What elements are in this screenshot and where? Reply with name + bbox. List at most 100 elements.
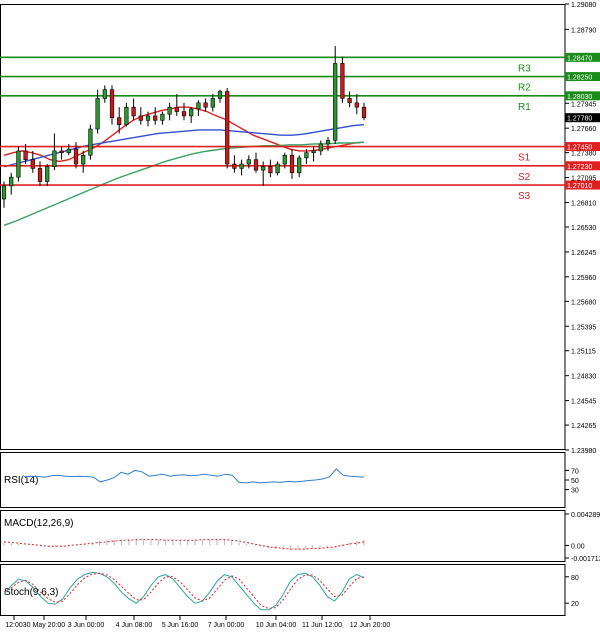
candle-body — [145, 115, 151, 121]
candle-body — [73, 148, 79, 165]
level-label-r1: R1 — [518, 102, 531, 113]
candle-body — [268, 166, 273, 174]
stochastic-panel: Stoch(9,6,3) 80 20 — [3, 571, 579, 611]
macd-tick-label: 0.004289 — [571, 512, 600, 519]
panel-border-stoch — [0, 564, 566, 616]
current-price-marker: 1.27780 — [565, 113, 600, 123]
level-label-s3: S3 — [518, 191, 531, 202]
price-tick-label: 1.25395 — [571, 324, 596, 331]
candlesticks — [1, 45, 367, 208]
time-tick-label: 4 Jun 08:00 — [116, 622, 153, 629]
candle-body — [52, 150, 57, 167]
candle-body — [289, 154, 295, 174]
level-price-r1: 1.28030 — [567, 94, 592, 101]
price-tick-label: 1.28790 — [571, 27, 596, 34]
price-tick-label: 1.25680 — [571, 299, 596, 306]
candle-body — [361, 106, 367, 118]
candle-body — [181, 111, 187, 117]
macd-signal-line — [3, 539, 365, 550]
level-label-r2: R2 — [518, 83, 531, 94]
candle-body — [66, 148, 71, 153]
candle-body — [196, 102, 201, 110]
candle-body — [16, 150, 21, 178]
time-tick-label: 12:00 — [5, 622, 23, 629]
candle-body — [232, 163, 237, 169]
candle-body — [354, 102, 359, 108]
candle-body — [174, 106, 179, 112]
level-label-r3: R3 — [518, 63, 531, 74]
candle-body — [246, 159, 251, 165]
price-tick-label: 1.24545 — [571, 399, 596, 406]
candle-body — [167, 106, 172, 115]
price-tick-label: 1.27380 — [571, 151, 596, 158]
level-price-s1: 1.27450 — [567, 145, 592, 152]
macd-tick-label: -0.001713 — [571, 556, 600, 563]
level-price-r3: 1.28470 — [567, 55, 592, 62]
time-tick-label: 11 Jun 12:00 — [302, 622, 342, 629]
candle-body — [203, 102, 208, 108]
time-axis: 12:00 30 May 20:00 3 Jun 00:00 4 Jun 08:00 5… — [5, 616, 390, 629]
candle-body — [109, 89, 115, 118]
candle-body — [81, 154, 86, 165]
macd-title: MACD(12,26,9) — [4, 518, 73, 529]
price-tick-label: 1.26530 — [571, 225, 596, 232]
candle-body — [275, 163, 280, 174]
candle-body — [325, 140, 331, 145]
level-label-s1: S1 — [518, 153, 531, 164]
candle-body — [9, 176, 14, 187]
price-tick-label: 1.27660 — [571, 126, 596, 133]
moving-average-line-2 — [3, 124, 365, 168]
rsi-tick-label: 30 — [571, 488, 579, 495]
macd-panel: MACD(12,26,9) 0.004289 0.00 -0.001713 — [3, 512, 600, 563]
price-tick-label: 1.24265 — [571, 423, 596, 430]
candle-body — [160, 113, 165, 121]
candle-body — [131, 106, 136, 117]
candle-body — [59, 150, 64, 153]
candle-body — [23, 150, 28, 160]
level-price-s2: 1.27230 — [567, 164, 592, 171]
candle-body — [1, 185, 7, 200]
candle-body — [282, 154, 287, 165]
panel-border-rsi — [0, 452, 566, 508]
candle-body — [102, 89, 107, 99]
candle-body — [261, 166, 266, 171]
candle-body — [124, 106, 129, 125]
candle-body — [95, 98, 100, 130]
price-tick-label: 1.23980 — [571, 448, 596, 455]
price-tick-label: 1.27945 — [571, 101, 596, 108]
macd-tick-label: 0.00 — [571, 543, 585, 550]
price-tick-label: 1.29080 — [571, 2, 596, 9]
price-tick-label: 1.26245 — [571, 250, 596, 257]
candle-body — [189, 108, 194, 117]
current-price-label: 1.27780 — [567, 116, 592, 123]
price-tick-label: 1.24830 — [571, 374, 596, 381]
rsi-panel: RSI(14)705030 — [4, 468, 579, 495]
candle-body — [153, 115, 158, 121]
rsi-line — [23, 468, 365, 484]
time-tick-label: 5 Jun 16:00 — [162, 622, 199, 629]
candle-body — [37, 168, 43, 182]
panel-border-macd — [0, 510, 566, 562]
candle-body — [117, 117, 122, 125]
forex-chart-window: 1.29080 1.28790 1.28470 1.28250 1.280301.279… — [0, 0, 600, 633]
level-label-s2: S2 — [518, 172, 531, 183]
level-price-s3: 1.27010 — [567, 183, 592, 190]
candle-body — [304, 152, 309, 159]
moving-average-line-3 — [3, 141, 365, 226]
chart-canvas: 1.29080 1.28790 1.28470 1.28250 1.280301.279… — [0, 2, 600, 629]
time-tick-label: 10 Jun 04:00 — [256, 622, 297, 629]
candle-body — [311, 150, 316, 153]
candle-body — [210, 98, 215, 108]
price-tick-label: 1.26810 — [571, 201, 596, 208]
time-tick-label: 12 Jun 20:00 — [350, 622, 391, 629]
candle-body — [333, 63, 338, 141]
candle-body — [30, 159, 35, 169]
candle-body — [217, 91, 223, 99]
stoch-title: Stoch(9,6,3) — [4, 587, 58, 598]
level-price-r2: 1.28250 — [567, 75, 592, 82]
candle-body — [88, 128, 93, 156]
candle-body — [253, 159, 259, 171]
price-tick-label: 1.25960 — [571, 275, 596, 282]
time-tick-label: 30 May 20:00 — [23, 622, 66, 629]
candle-body — [239, 163, 244, 169]
